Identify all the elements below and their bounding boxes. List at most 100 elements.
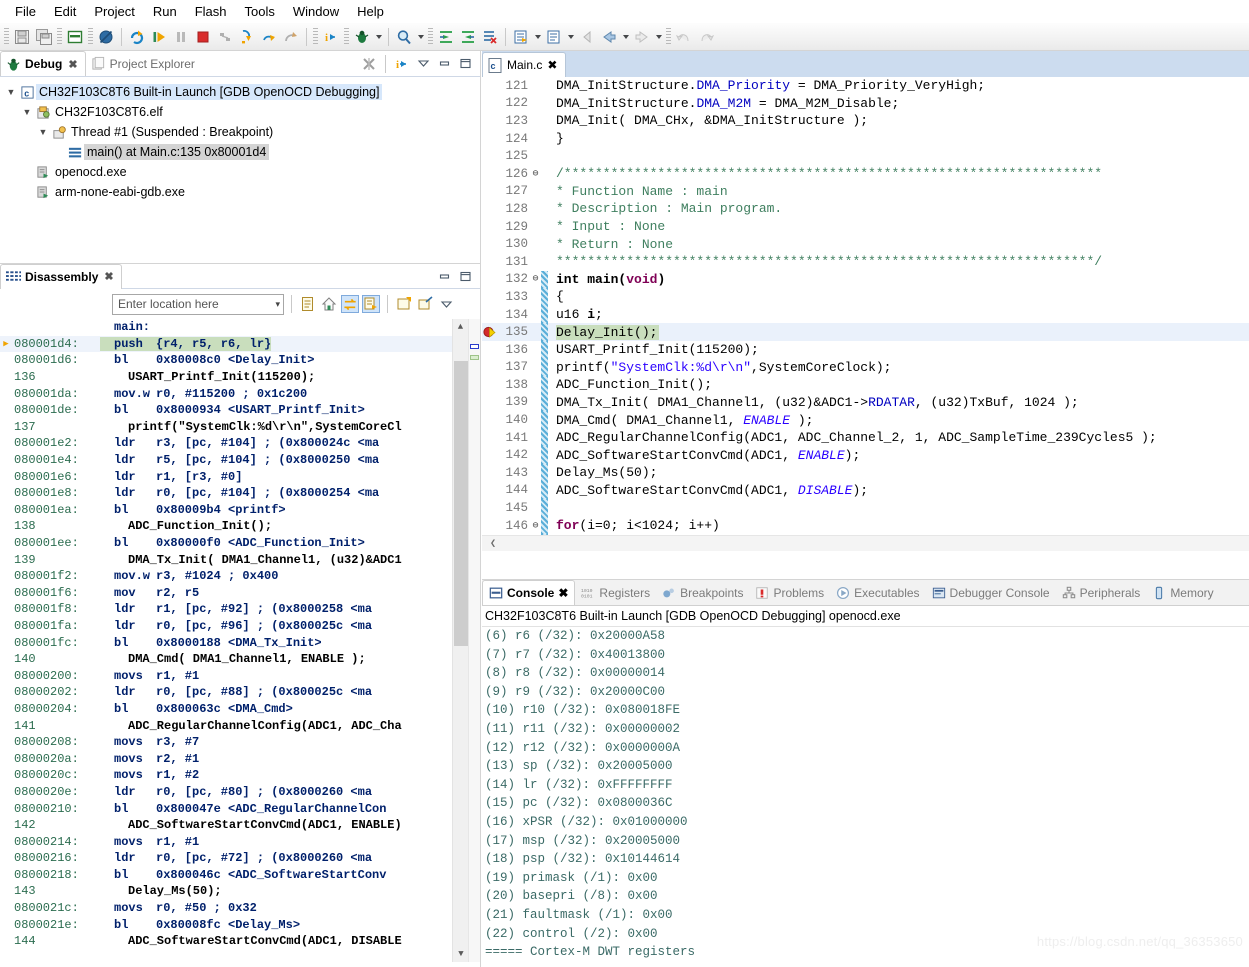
editor-line[interactable]: 128 * Description : Main program.	[482, 200, 1249, 218]
disassembly-line[interactable]: 080001fc:bl0x8000188 <DMA_Tx_Init>	[0, 634, 480, 651]
disassembly-code-area[interactable]: main:▶080001d4:push{r4, r5, r6, lr}08000…	[0, 319, 480, 962]
close-icon[interactable]: ✖	[104, 270, 113, 283]
toolbar-grip-6[interactable]	[428, 28, 433, 46]
menu-item-edit[interactable]: Edit	[45, 2, 85, 21]
show-symbols-icon[interactable]	[362, 295, 380, 313]
disassembly-line[interactable]: 142ADC_SoftwareStartConvCmd(ADC1, ENABLE…	[0, 817, 480, 834]
chevron-down-icon[interactable]: ▼	[20, 107, 34, 117]
toolbar-grip-3[interactable]	[88, 28, 93, 46]
disassembly-line[interactable]: 136USART_Printf_Init(115200);	[0, 369, 480, 386]
toolbar-grip-4[interactable]	[313, 28, 318, 46]
editor-line[interactable]: 144 ADC_SoftwareStartConvCmd(ADC1, DISAB…	[482, 482, 1249, 500]
menu-item-run[interactable]: Run	[144, 2, 186, 21]
previous-annotation-icon[interactable]	[457, 26, 479, 48]
editor-line[interactable]: 132⊖int main(void)	[482, 271, 1249, 289]
toolbar-grip-7[interactable]	[666, 28, 671, 46]
toolbar-grip-2[interactable]	[57, 28, 62, 46]
console-output[interactable]: (6) r6 (/32): 0x20000A58(7) r7 (/32): 0x…	[482, 627, 1249, 965]
editor-horizontal-scrollbar[interactable]: ❮	[482, 535, 1249, 551]
scroll-up-arrow[interactable]: ▲	[453, 319, 468, 335]
disassembly-line[interactable]: 144ADC_SoftwareStartConvCmd(ADC1, DISABL…	[0, 933, 480, 950]
menu-item-flash[interactable]: Flash	[186, 2, 236, 21]
disassembly-line[interactable]: 08000202:ldrr0, [pc, #88] ; (0x800025c <…	[0, 684, 480, 701]
open-type-icon[interactable]	[543, 26, 565, 48]
editor-line[interactable]: 138 ADC_Function_Init();	[482, 376, 1249, 394]
fold-collapse-icon[interactable]: ⊖	[530, 520, 541, 532]
disassembly-line[interactable]: 080001d6:bl0x80008c0 <Delay_Init>	[0, 352, 480, 369]
menu-item-window[interactable]: Window	[284, 2, 348, 21]
disassembly-line[interactable]: 137printf("SystemClk:%d\r\n",SystemCoreC…	[0, 419, 480, 436]
editor-line[interactable]: 130 * Return : None	[482, 235, 1249, 253]
menu-item-file[interactable]: File	[6, 2, 45, 21]
disassembly-line[interactable]: 080001fa:ldrr0, [pc, #96] ; (0x800025c <…	[0, 618, 480, 635]
editor-line[interactable]: 123 DMA_Init( DMA_CHx, &DMA_InitStructur…	[482, 112, 1249, 130]
editor-line[interactable]: 121 DMA_InitStructure.DMA_Priority = DMA…	[482, 77, 1249, 95]
console-tab-executables[interactable]: Executables	[830, 580, 925, 606]
menu-item-project[interactable]: Project	[85, 2, 143, 21]
editor-line[interactable]: 127 * Function Name : main	[482, 183, 1249, 201]
remove-markers-icon[interactable]	[479, 26, 501, 48]
disassembly-line[interactable]: 08000204:bl0x800063c <DMA_Cmd>	[0, 701, 480, 718]
disassembly-line[interactable]: 0800020c:movsr1, #2	[0, 767, 480, 784]
editor-line[interactable]: 142 ADC_SoftwareStartConvCmd(ADC1, ENABL…	[482, 446, 1249, 464]
toolbar-grip-5[interactable]	[344, 28, 349, 46]
save-icon[interactable]	[11, 26, 33, 48]
minimize-icon[interactable]	[435, 55, 453, 73]
disassembly-line[interactable]: 141ADC_RegularChannelConfig(ADC1, ADC_Ch…	[0, 717, 480, 734]
home-icon[interactable]	[320, 295, 338, 313]
disassembly-line[interactable]: 0800021c:movsr0, #50 ; 0x32	[0, 900, 480, 917]
editor-line[interactable]: 129 * Input : None	[482, 218, 1249, 236]
scroll-down-arrow[interactable]: ▼	[453, 946, 469, 962]
console-tab-registers[interactable]: 10100101Registers	[575, 580, 656, 606]
menu-item-help[interactable]: Help	[348, 2, 393, 21]
search-dropdown-arrow[interactable]	[415, 26, 426, 48]
hscroll-left-arrow[interactable]: ❮	[482, 538, 504, 550]
location-input[interactable]: Enter location here ▾	[112, 294, 284, 315]
editor-line[interactable]: 137 printf("SystemClk:%d\r\n",SystemCore…	[482, 359, 1249, 377]
disassembly-line[interactable]: 0800020a:movsr2, #1	[0, 750, 480, 767]
disassembly-line[interactable]: 138ADC_Function_Init();	[0, 518, 480, 535]
editor-line[interactable]: 134 u16 i;	[482, 306, 1249, 324]
editor-line[interactable]: 136 USART_Printf_Init(115200);	[482, 341, 1249, 359]
disassembly-line[interactable]: 08000218:bl0x800046c <ADC_SoftwareStartC…	[0, 867, 480, 884]
fold-collapse-icon[interactable]: ⊖	[530, 273, 541, 285]
step-over-icon[interactable]	[258, 26, 280, 48]
editor-line[interactable]: 125	[482, 147, 1249, 165]
view-menu-icon[interactable]	[437, 295, 455, 313]
editor-line[interactable]: 146⊖ for(i=0; i<1024; i++)	[482, 517, 1249, 535]
link-to-active-debug-icon[interactable]	[341, 295, 359, 313]
redo-icon[interactable]	[695, 26, 717, 48]
disassembly-line[interactable]: main:	[0, 319, 480, 336]
forward-dropdown-arrow[interactable]	[653, 26, 664, 48]
undo-icon[interactable]	[673, 26, 695, 48]
disassembly-line[interactable]: 080001f6:movr2, r5	[0, 585, 480, 602]
last-edit-location-icon[interactable]	[510, 26, 532, 48]
disassembly-line[interactable]: 080001e2:ldrr3, [pc, #104] ; (0x800024c …	[0, 435, 480, 452]
disassembly-line[interactable]: 080001e8:ldrr0, [pc, #104] ; (0x8000254 …	[0, 485, 480, 502]
debug-tree-node[interactable]: main() at Main.c:135 0x80001d4	[4, 142, 480, 162]
chevron-down-icon[interactable]: ▼	[36, 127, 50, 137]
fold-collapse-icon[interactable]: ⊖	[530, 168, 541, 180]
debug-restart-icon[interactable]	[126, 26, 148, 48]
minimize-icon[interactable]	[435, 267, 453, 285]
editor-line[interactable]: 124}	[482, 130, 1249, 148]
toolbar-grip[interactable]	[4, 28, 9, 46]
console-tab-breakpoints[interactable]: Breakpoints	[656, 580, 749, 606]
close-icon[interactable]: ✖	[68, 58, 77, 71]
disassembly-line[interactable]: 08000214:movsr1, #1	[0, 833, 480, 850]
disassembly-line[interactable]: 080001e4:ldrr5, [pc, #104] ; (0x8000250 …	[0, 452, 480, 469]
disassembly-line[interactable]: 08000216:ldrr0, [pc, #72] ; (0x8000260 <…	[0, 850, 480, 867]
instruction-stepping-mode-icon[interactable]: i	[393, 55, 411, 73]
tab-main-c[interactable]: c Main.c ✖	[482, 52, 566, 77]
console-tab-console[interactable]: Console✖	[482, 580, 575, 606]
new-view-icon[interactable]	[395, 295, 413, 313]
disassembly-line[interactable]: 080001de:bl0x8000934 <USART_Printf_Init>	[0, 402, 480, 419]
pin-view-icon[interactable]	[416, 295, 434, 313]
chevron-down-icon[interactable]: ▾	[275, 299, 280, 310]
step-return-icon[interactable]	[280, 26, 302, 48]
resume-icon[interactable]	[148, 26, 170, 48]
debug-bug-icon[interactable]	[351, 26, 373, 48]
disassembly-line[interactable]: 0800021e:bl0x80008fc <Delay_Ms>	[0, 916, 480, 933]
disassembly-line[interactable]: 080001ee:bl0x80000f0 <ADC_Function_Init>	[0, 535, 480, 552]
terminate-icon[interactable]	[192, 26, 214, 48]
